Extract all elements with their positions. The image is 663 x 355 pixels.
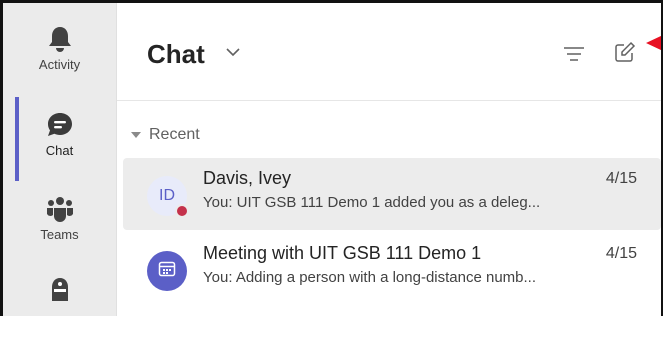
- section-label: Recent: [149, 126, 200, 143]
- presence-busy-icon: [175, 204, 189, 218]
- meeting-avatar: [147, 251, 187, 291]
- caret-down-icon: [131, 126, 141, 144]
- chat-icon: [45, 111, 75, 139]
- teams-icon: [45, 195, 75, 223]
- chat-preview: You: Adding a person with a long-distanc…: [203, 269, 537, 286]
- recent-section-header[interactable]: Recent: [131, 126, 200, 144]
- chat-list-panel: Chat Recent ID Davis, Ivey 4/15 You: UIT…: [116, 3, 663, 316]
- chat-date: 4/15: [605, 245, 637, 262]
- filter-icon[interactable]: [563, 45, 585, 68]
- page-title: Chat: [147, 39, 205, 69]
- chat-header: Chat: [117, 3, 663, 101]
- rail-item-label: Activity: [38, 57, 81, 72]
- rail-item-label: Teams: [40, 227, 79, 242]
- rail-item-assignments[interactable]: [3, 275, 116, 355]
- calendar-icon: [158, 260, 176, 283]
- chevron-down-icon[interactable]: [225, 45, 241, 63]
- rail-item-chat[interactable]: Chat: [3, 111, 116, 191]
- avatar-initials: ID: [159, 187, 175, 204]
- new-chat-icon[interactable]: [613, 40, 637, 69]
- chat-date: 4/15: [605, 170, 637, 187]
- rail-item-activity[interactable]: Activity: [3, 25, 116, 105]
- chat-list-item[interactable]: Meeting with UIT GSB 111 Demo 1 4/15 You…: [123, 233, 661, 305]
- teams-window: Activity Chat Teams Chat Recent ID Davis…: [0, 0, 663, 316]
- rail-item-teams[interactable]: Teams: [3, 195, 116, 275]
- chat-name: Meeting with UIT GSB 111 Demo 1: [203, 243, 482, 263]
- bell-icon: [47, 25, 73, 53]
- rail-item-label: Chat: [45, 143, 74, 158]
- chat-name: Davis, Ivey: [203, 168, 292, 188]
- chat-preview: You: UIT GSB 111 Demo 1 added you as a d…: [203, 194, 541, 211]
- assignments-icon: [47, 275, 73, 305]
- chat-list-item[interactable]: ID Davis, Ivey 4/15 You: UIT GSB 111 Dem…: [123, 158, 661, 230]
- app-rail: Activity Chat Teams: [0, 0, 116, 316]
